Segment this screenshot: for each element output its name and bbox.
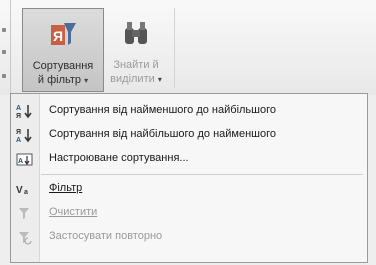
custom-sort-icon: A (16, 151, 34, 167)
dropdown-arrow-icon: ▾ (157, 75, 162, 84)
ribbon-left-edge (0, 0, 11, 95)
reapply-icon (16, 229, 34, 245)
menu-item-sort-descending[interactable]: ЯA Сортування від найбільшого до найменш… (11, 124, 367, 146)
menu-item-label: Сортування від найменшого до найбільшого (49, 104, 276, 116)
menu-item-sort-ascending[interactable]: AЯ Сортування від найменшого до найбільш… (11, 100, 367, 122)
svg-text:a: a (24, 189, 28, 196)
binoculars-icon (122, 18, 150, 53)
edge-dot (2, 74, 6, 78)
svg-text:Я: Я (16, 129, 21, 136)
menu-item-custom-sort[interactable]: A Настроюване сортування... (11, 148, 367, 170)
menu-item-label: Фільтр (49, 182, 83, 194)
svg-text:A: A (16, 137, 21, 143)
find-select-button[interactable]: Знайти й виділити ▾ (106, 8, 166, 92)
svg-text:V: V (16, 185, 23, 196)
edge-dot (2, 50, 6, 54)
menu-item-label: Настроюване сортування... (49, 152, 189, 164)
sort-filter-button[interactable]: Я Сортування й фільтр ▾ (22, 8, 104, 92)
find-select-label-line2: виділити (110, 73, 155, 85)
svg-text:Я: Я (53, 28, 63, 44)
menu-item-filter[interactable]: Va Фільтр (11, 178, 367, 200)
ribbon-group-separator (174, 8, 175, 88)
sort-filter-label-line1: Сортування (32, 60, 94, 72)
sort-ascending-icon: AЯ (16, 103, 34, 120)
menu-item-label: Застосувати повторно (49, 230, 163, 242)
ribbon: Я Сортування й фільтр ▾ Знайти й виділит… (0, 0, 376, 95)
sort-filter-icon: Я (48, 19, 78, 58)
menu-item-clear[interactable]: Очистити (11, 202, 367, 224)
menu-item-label: Очистити (49, 206, 98, 218)
sort-descending-icon: ЯA (16, 127, 34, 144)
find-select-label-line1: Знайти й (113, 59, 159, 71)
filter-icon: Va (16, 181, 34, 197)
sort-filter-label-line2: й фільтр (37, 74, 82, 86)
menu-separator (41, 174, 363, 175)
svg-text:Я: Я (16, 113, 21, 119)
menu-item-reapply[interactable]: Застосувати повторно (11, 226, 367, 248)
menu-item-label: Сортування від найбільшого до найменшого (49, 128, 276, 140)
svg-text:A: A (16, 105, 21, 112)
clear-filter-icon (16, 205, 34, 221)
edge-dot (2, 28, 6, 32)
sort-filter-menu: AЯ Сортування від найменшого до найбільш… (10, 93, 368, 263)
svg-text:A: A (18, 158, 23, 165)
dropdown-arrow-icon: ▾ (84, 76, 89, 85)
